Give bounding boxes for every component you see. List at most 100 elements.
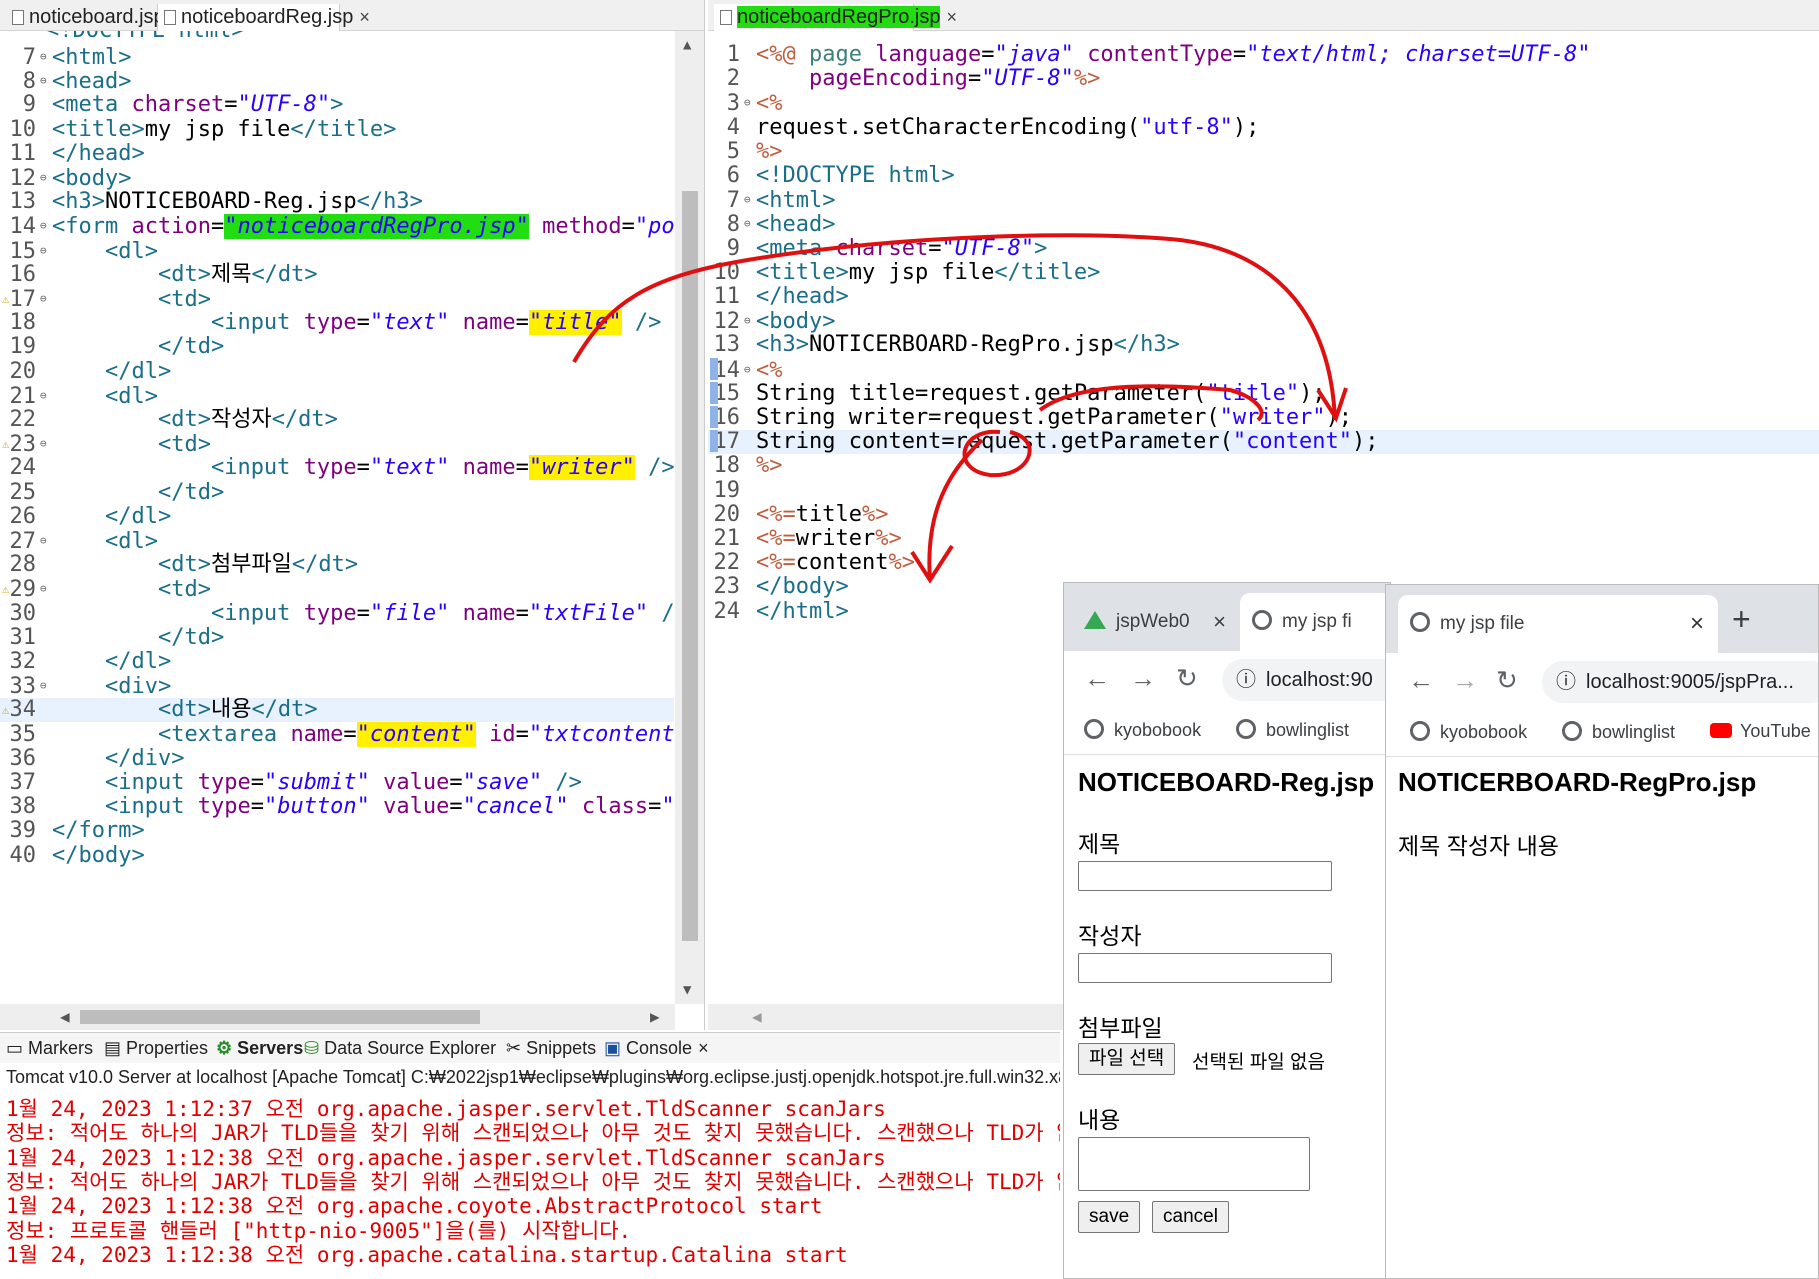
change-marker [710,430,718,453]
code-text: String writer=request.getParameter("writ… [756,405,1353,430]
info-icon: ⓘ [1236,669,1256,691]
page-heading: NOTICEBOARD-Reg.jsp [1078,767,1375,797]
database-icon: ⛁ [304,1038,325,1058]
globe-icon [1410,612,1430,632]
code-text: %> [756,138,783,164]
close-icon[interactable]: × [1690,595,1704,653]
snippets-icon: ✂ [506,1038,527,1058]
code-text: <h3>NOTICERBOARD-RegPro.jsp</h3> [756,332,1180,358]
content-textarea[interactable] [1078,1137,1310,1191]
scroll-right-icon[interactable]: ▶ [650,1007,660,1026]
scrollbar-thumb[interactable] [80,1010,480,1024]
tab-noticeboard[interactable]: noticeboard.jsp [6,4,165,31]
browser-tab-myjsp[interactable]: my jsp fi [1240,593,1390,651]
scroll-left-icon[interactable]: ◀ [60,1007,70,1026]
properties-icon: ▤ [104,1038,127,1058]
globe-icon [1252,610,1272,630]
code-text: <%@ page language="java" contentType="te… [756,42,1591,67]
code-line[interactable]: 17 String content=request.getParameter("c… [708,428,1379,456]
code-text: request.setCharacterEncoding("utf-8"); [756,114,1260,140]
regpro-page: NOTICERBOARD-RegPro.jsp 제목 작성자 내용 [1386,757,1818,1278]
console-panel: ▭ Markers ▤ Properties ⚙ Servers ⛁ Data … [0,1032,1060,1279]
scroll-left-icon[interactable]: ◀ [752,1007,762,1026]
code-text: </div> [104,745,185,771]
browser-window-regpro: my jsp file × + ← → ↻ ⓘ localhost:9005/jsp… [1385,584,1819,1279]
jsp-file-icon [164,10,176,25]
browser-tab-myjsp[interactable]: my jsp file × [1398,595,1718,653]
save-button[interactable]: save [1078,1201,1141,1233]
change-marker [710,406,718,428]
globe-icon [1084,719,1104,739]
code-text: <dt>첨부파일</dt> [157,552,359,578]
bookmark-youtube[interactable]: YouTube [1710,721,1811,742]
code-text: <%=title%> [756,501,889,527]
console-tabbar: ▭ Markers ▤ Properties ⚙ Servers ⛁ Data … [0,1033,1060,1063]
new-tab-icon[interactable]: + [1732,601,1751,638]
back-icon[interactable]: ← [1084,663,1110,694]
tab-markers[interactable]: ▭ Markers [6,1038,93,1059]
bookmark-kyobobook[interactable]: kyobobook [1084,719,1201,741]
browser-navbar: ← → ↻ ⓘ localhost:90 [1064,651,1390,707]
title-input[interactable] [1078,861,1332,891]
markers-icon: ▭ [6,1038,29,1058]
code-text: <dt>작성자</dt> [157,407,338,432]
left-code-area[interactable]: <!DOCTYPE html> 7⊖<html>8⊖<head>9<meta c… [0,31,674,1004]
writer-input[interactable] [1078,953,1332,983]
tab-console[interactable]: ▣ Console × [604,1038,709,1059]
bookmarks-bar: kyobobook bowlinglist YouTube [1386,709,1818,757]
tab-noticeboardregpro[interactable]: noticeboardRegPro.jsp × [714,4,957,31]
cancel-button[interactable]: cancel [1152,1201,1229,1233]
code-line[interactable]: 24 </html> [708,598,849,626]
jsp-file-icon [12,10,24,25]
bookmark-kyobobook[interactable]: kyobobook [1410,721,1527,743]
line-number: 40 [9,842,37,868]
code-text: String content=request.getParameter("con… [756,429,1379,455]
scroll-down-icon[interactable]: ▼ [683,982,691,998]
globe-icon [1562,721,1582,741]
youtube-icon [1710,723,1732,738]
left-horizontal-scrollbar[interactable]: ◀ ▶ [0,1004,675,1030]
back-icon[interactable]: ← [1408,665,1434,696]
scroll-up-icon[interactable]: ▲ [683,37,691,53]
left-vertical-scrollbar[interactable]: ▲ ▼ [675,31,704,1004]
forward-icon[interactable]: → [1452,665,1478,696]
address-bar[interactable]: ⓘ localhost:90 [1222,659,1390,701]
right-editor-tabbar: noticeboardRegPro.jsp × [708,0,1819,31]
code-text: </body> [756,574,849,600]
jsp-file-icon [720,10,732,25]
browser-tabbar: jspWeb0 × my jsp fi [1064,583,1390,651]
code-line[interactable]: 40 </body> [0,842,145,870]
close-icon[interactable]: × [698,1038,709,1058]
left-editor: noticeboard.jsp noticeboardReg.jsp× <!DO… [0,0,705,1030]
close-icon[interactable]: × [359,7,370,27]
tab-properties[interactable]: ▤ Properties [104,1038,208,1059]
address-bar[interactable]: ⓘ localhost:9005/jspPra... [1542,661,1818,703]
forward-icon[interactable]: → [1130,663,1156,694]
tab-snippets[interactable]: ✂ Snippets [506,1038,596,1059]
bookmark-bowlinglist[interactable]: bowlinglist [1236,719,1349,741]
servers-icon: ⚙ [216,1038,238,1058]
code-text: %> [756,453,783,479]
scrollbar-thumb[interactable] [682,191,698,941]
code-text: String title=request.getParameter("title… [756,380,1326,406]
info-icon: ⓘ [1556,671,1576,693]
reload-icon[interactable]: ↻ [1496,665,1518,696]
file-select-button[interactable]: 파일 선택 [1078,1043,1176,1075]
close-icon[interactable]: × [946,7,957,27]
tab-servers[interactable]: ⚙ Servers [216,1038,303,1059]
bookmark-bowlinglist[interactable]: bowlinglist [1562,721,1675,743]
tab-data-source-explorer[interactable]: ⛁ Data Source Explorer [304,1038,496,1059]
code-text: <dt>내용</dt> [157,697,318,723]
code-text: <input type="text" name="writer" /> [210,455,674,481]
code-text: </head> [52,140,145,166]
reload-icon[interactable]: ↻ [1176,663,1198,694]
close-icon[interactable]: × [1213,593,1226,651]
code-line[interactable]: 4 request.setCharacterEncoding("utf-8"); [708,114,1260,142]
tab-noticeboardreg[interactable]: noticeboardReg.jsp × [158,4,370,31]
code-text: <input type="button" value="cancel" clas… [104,794,674,820]
browser-tab-jspweb[interactable]: jspWeb0 × [1072,593,1234,651]
code-text: <input type="submit" value="save" /> [104,770,582,795]
code-text: </head> [756,284,849,309]
code-text: </td> [157,334,225,360]
code-text: </dl> [104,358,172,384]
